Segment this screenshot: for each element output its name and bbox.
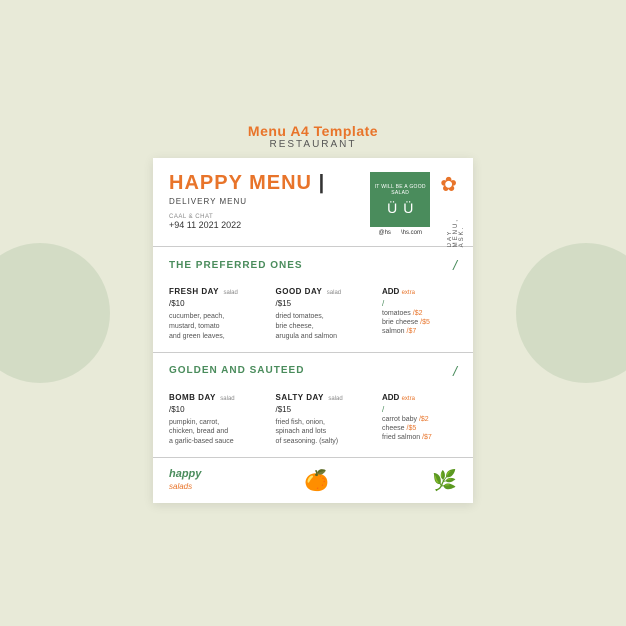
bomb-day-name: BOMB DAY SALAD (169, 387, 268, 405)
green-box: IT WILL BE A GOOD SALAD Ü Ü (370, 172, 430, 227)
menu-item-bomb-day: BOMB DAY SALAD /$10 pumpkin, carrot,chic… (169, 387, 268, 447)
page-wrapper: Menu A4 Template RESTAURANT HAPPY MENU |… (153, 123, 473, 503)
extra-tomatoes: tomatoes /$2 (382, 310, 457, 317)
extra-cheese: cheese /$5 (382, 425, 457, 432)
green-box-text: IT WILL BE A GOOD SALAD (374, 184, 426, 196)
bomb-day-desc: pumpkin, carrot,chicken, bread anda garl… (169, 418, 268, 447)
salty-day-desc: fried fish, onion,spinach and lotsof sea… (276, 418, 375, 447)
happy-menu-title: HAPPY MENU | (169, 172, 360, 195)
social-at: @hs (379, 230, 391, 236)
extra-salmon: salmon /$7 (382, 328, 457, 335)
extra-slash-2: / (382, 405, 457, 414)
section-golden-title: GOLDEN AND SAUTEED (169, 365, 304, 376)
extra-label-2: extra (402, 396, 415, 402)
footer-leaf-icon: 🌿 (432, 468, 457, 493)
social-links: @hs \hs.com (379, 230, 422, 236)
good-day-desc: dried tomatoes,brie cheese,arugula and s… (276, 312, 375, 341)
section-golden-slash: / (453, 363, 457, 379)
phone-number: +94 11 2021 2022 (169, 220, 360, 230)
preferred-extras: ADD extra / tomatoes /$2 brie cheese /$5… (382, 281, 457, 341)
header-center: IT WILL BE A GOOD SALAD Ü Ü @hs \hs.com (370, 172, 430, 236)
preferred-items-row: FRESH DAY SALAD /$10 cucumber, peach,mus… (169, 281, 457, 341)
header-left: HAPPY MENU | DELIVERY MENU CAAL & CHAT +… (169, 172, 360, 230)
cursor: | (319, 172, 326, 194)
section-preferred: THE PREFERRED ONES / FRESH DAY SALAD /$1… (153, 247, 473, 352)
section-preferred-title: THE PREFERRED ONES (169, 260, 303, 271)
header-right: ✿ (440, 172, 457, 197)
side-text: DAY MENU, ASK. (447, 218, 465, 247)
extra-label-1: extra (402, 290, 415, 296)
menu-footer: happy salads 🍊 🌿 (153, 458, 473, 503)
section-preferred-header: THE PREFERRED ONES / (169, 257, 457, 273)
preferred-extras-header: ADD extra (382, 281, 457, 299)
salty-day-price: /$15 (276, 405, 375, 414)
flower-icon: ✿ (440, 172, 457, 197)
happy-menu-text: HAPPY MENU (169, 172, 312, 194)
contact-section: CAAL & CHAT +94 11 2021 2022 (169, 214, 360, 230)
social-url: \hs.com (401, 230, 422, 236)
bg-circle-left (0, 243, 110, 383)
golden-extras-header: ADD extra (382, 387, 457, 405)
extra-fried-salmon: fried salmon /$7 (382, 434, 457, 441)
bg-circle-right (516, 243, 626, 383)
footer-logo-line1: happy (169, 468, 201, 480)
menu-item-fresh-day: FRESH DAY SALAD /$10 cucumber, peach,mus… (169, 281, 268, 341)
page-title: Menu A4 Template (248, 123, 378, 139)
delivery-menu-label: DELIVERY MENU (169, 197, 360, 206)
section-golden: GOLDEN AND SAUTEED / BOMB DAY SALAD /$10… (153, 353, 473, 458)
face-icons: Ü Ü (387, 200, 413, 216)
bomb-day-price: /$10 (169, 405, 268, 414)
good-day-name: GOOD DAY SALAD (276, 281, 375, 299)
footer-logo-line2: salads (169, 482, 192, 491)
footer-orange-icon: 🍊 (304, 468, 329, 493)
salty-day-name: SALTY DAY SALAD (276, 387, 375, 405)
menu-card: HAPPY MENU | DELIVERY MENU CAAL & CHAT +… (153, 158, 473, 503)
good-day-price: /$15 (276, 299, 375, 308)
face-icon-2: Ü (403, 200, 413, 216)
section-preferred-slash: / (453, 257, 457, 273)
golden-items-row: BOMB DAY SALAD /$10 pumpkin, carrot,chic… (169, 387, 457, 447)
extra-carrot-baby: carrot baby /$2 (382, 416, 457, 423)
extra-brie-cheese: brie cheese /$5 (382, 319, 457, 326)
fresh-day-desc: cucumber, peach,mustard, tomatoand green… (169, 312, 268, 341)
menu-item-good-day: GOOD DAY SALAD /$15 dried tomatoes,brie … (276, 281, 375, 341)
fresh-day-price: /$10 (169, 299, 268, 308)
face-icon-1: Ü (387, 200, 397, 216)
fresh-day-name: FRESH DAY SALAD (169, 281, 268, 299)
extra-slash-1: / (382, 299, 457, 308)
golden-extras: ADD extra / carrot baby /$2 cheese /$5 f… (382, 387, 457, 447)
menu-header: HAPPY MENU | DELIVERY MENU CAAL & CHAT +… (153, 158, 473, 247)
page-subtitle: RESTAURANT (269, 139, 356, 150)
footer-logo: happy salads (169, 468, 201, 492)
menu-item-salty-day: SALTY DAY SALAD /$15 fried fish, onion,s… (276, 387, 375, 447)
section-golden-header: GOLDEN AND SAUTEED / (169, 363, 457, 379)
